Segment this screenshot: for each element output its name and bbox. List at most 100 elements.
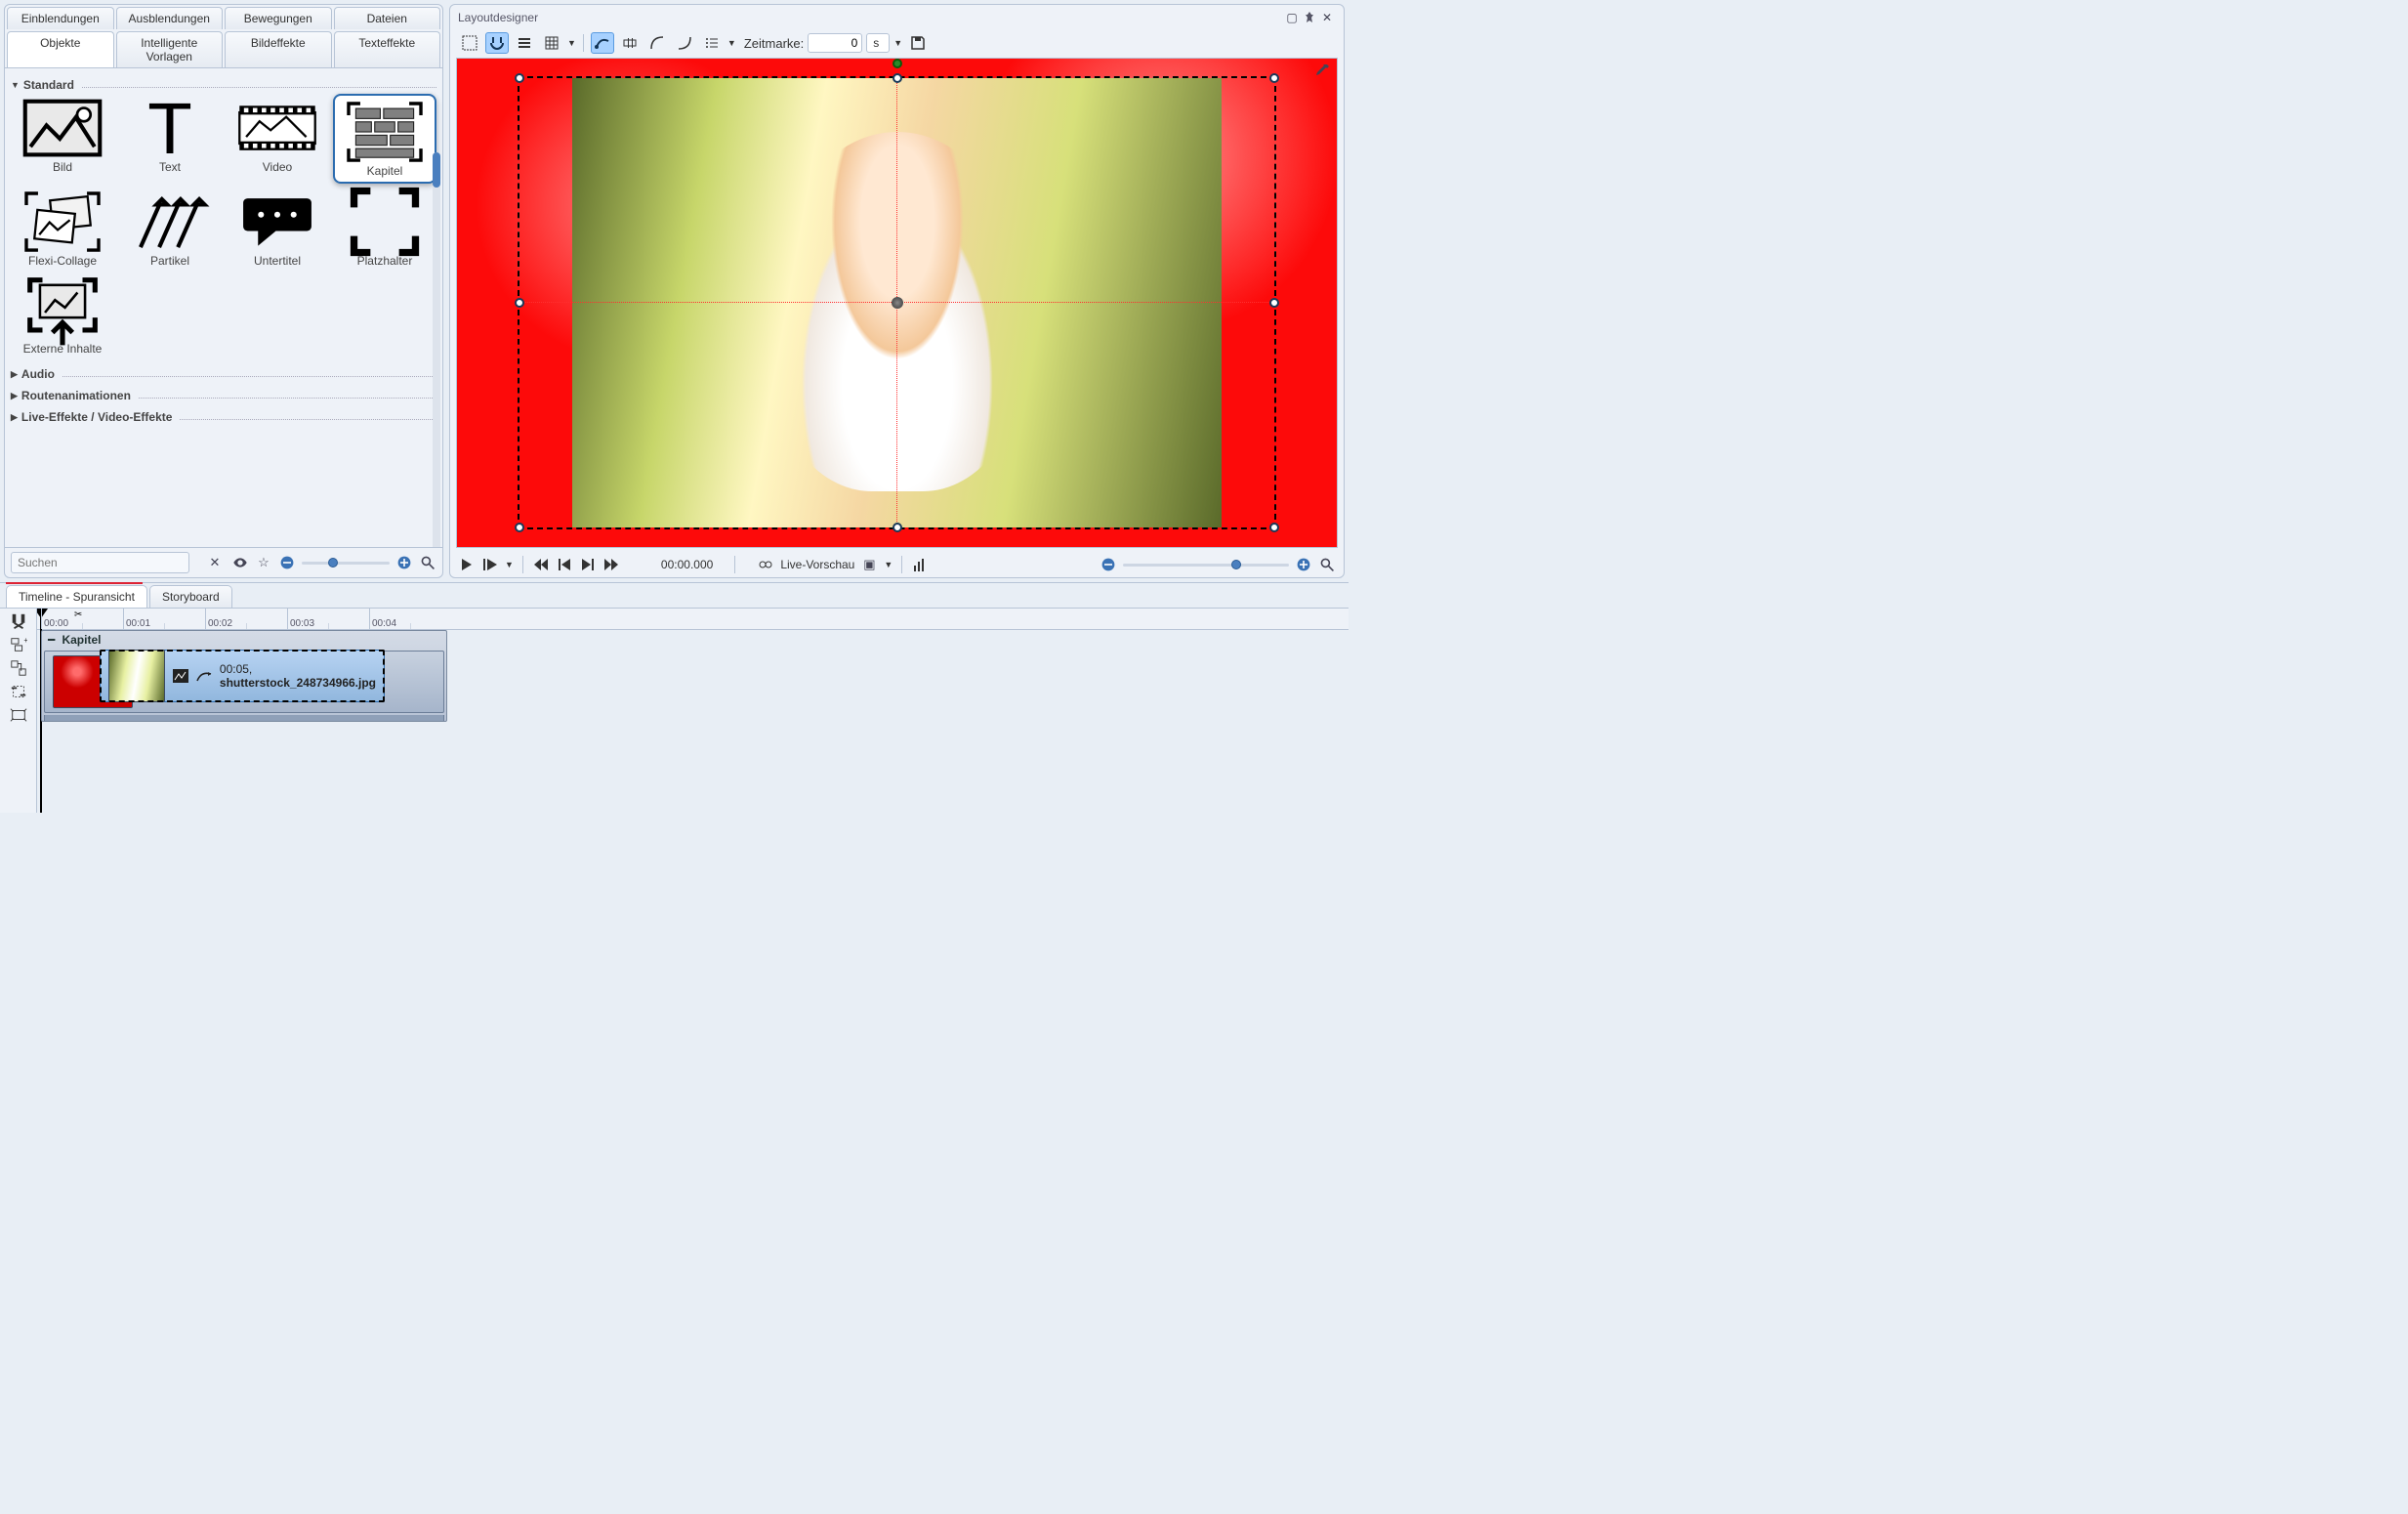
playback-time: 00:00.000 (661, 558, 713, 571)
section-live-effekte[interactable]: ▶Live-Effekte / Video-Effekte (11, 410, 436, 424)
zoom-in-canvas-icon[interactable] (1295, 556, 1312, 573)
unit-dropdown-icon[interactable]: ▼ (893, 38, 902, 48)
grid-dropdown-icon[interactable]: ▼ (567, 38, 576, 48)
timemark-unit[interactable]: s (866, 33, 890, 53)
particle-icon (130, 191, 210, 252)
search-icon[interactable] (419, 554, 436, 571)
tool-untertitel[interactable]: Untertitel (226, 188, 329, 272)
close-icon[interactable]: ✕ (1318, 9, 1336, 26)
next-frame-icon[interactable] (579, 556, 597, 573)
handle-tl[interactable] (515, 73, 524, 83)
list-tool-icon[interactable] (700, 32, 724, 54)
keyframe-tool-icon[interactable] (618, 32, 642, 54)
fit-timeline-icon[interactable] (10, 706, 27, 724)
play-from-icon[interactable] (481, 556, 499, 573)
clear-search-icon[interactable]: ✕ (206, 554, 224, 571)
handle-ml[interactable] (515, 298, 524, 308)
section-routenanimationen[interactable]: ▶Routenanimationen (11, 389, 436, 402)
tab-storyboard[interactable]: Storyboard (149, 585, 232, 608)
pivot-handle[interactable] (892, 297, 903, 309)
pin-icon[interactable] (1301, 9, 1318, 26)
canvas[interactable] (456, 58, 1338, 548)
tool-text[interactable]: T Text (118, 94, 222, 184)
skip-end-icon[interactable] (602, 556, 620, 573)
fit-zoom-icon[interactable] (1318, 556, 1336, 573)
zoom-out-canvas-icon[interactable] (1100, 556, 1117, 573)
tool-externe-inhalte[interactable]: Externe Inhalte (11, 275, 114, 359)
toolbox-scrollbar[interactable] (433, 152, 440, 547)
save-icon[interactable] (906, 32, 930, 54)
tool-kapitel[interactable]: Kapitel (333, 94, 436, 184)
selection-frame[interactable] (518, 76, 1276, 529)
tool-label: Flexi-Collage (28, 254, 97, 268)
settings-levels-icon[interactable] (911, 556, 929, 573)
tab-objekte[interactable]: Objekte (7, 31, 114, 67)
prev-frame-icon[interactable] (556, 556, 573, 573)
ruler-tick: 00:03 (290, 618, 314, 629)
path-tool-icon[interactable] (591, 32, 614, 54)
list-dropdown-icon[interactable]: ▼ (727, 38, 736, 48)
clip-2[interactable]: 00:05, shutterstock_248734966.jpg (100, 650, 385, 702)
section-audio[interactable]: ▶Audio (11, 367, 436, 381)
group-tracks-icon[interactable] (10, 659, 27, 677)
tool-partikel[interactable]: Partikel (118, 188, 222, 272)
tool-flexi-collage[interactable]: Flexi-Collage (11, 188, 114, 272)
zoom-in-icon[interactable] (395, 554, 413, 571)
eye-icon[interactable] (231, 554, 249, 571)
star-icon[interactable]: ☆ (255, 554, 272, 571)
curve-out-icon[interactable] (673, 32, 696, 54)
preview-dropdown-icon[interactable]: ▼ (884, 560, 893, 569)
tab-ausblendungen[interactable]: Ausblendungen (116, 7, 224, 29)
play-icon[interactable] (458, 556, 476, 573)
handle-bl[interactable] (515, 523, 524, 532)
rotate-handle[interactable] (893, 59, 902, 68)
scissors-icon[interactable]: ✂ (74, 610, 82, 620)
timeline-ruler[interactable]: ✂ 00:00 00:01 00:02 00:03 00:04 (37, 609, 1349, 630)
align-tool-icon[interactable] (513, 32, 536, 54)
toolbox-zoom-slider[interactable] (302, 556, 390, 569)
add-track-icon[interactable]: + (10, 636, 27, 653)
skip-start-icon[interactable] (532, 556, 550, 573)
tab-timeline[interactable]: Timeline - Spuransicht (6, 585, 147, 608)
handle-tm[interactable] (893, 73, 902, 83)
search-input[interactable] (11, 552, 189, 573)
handle-br[interactable] (1269, 523, 1279, 532)
eyedropper-icon[interactable] (1313, 63, 1331, 80)
ruler-tick: 00:00 (44, 618, 68, 629)
clip-filename: shutterstock_248734966.jpg (220, 676, 376, 690)
select-tool-icon[interactable] (458, 32, 481, 54)
tool-bild[interactable]: Bild (11, 94, 114, 184)
grid-tool-icon[interactable] (540, 32, 563, 54)
maximize-icon[interactable]: ▢ (1283, 9, 1301, 26)
ruler-tick: 00:04 (372, 618, 396, 629)
zoom-out-icon[interactable] (278, 554, 296, 571)
snap-tool-icon[interactable] (485, 32, 509, 54)
live-preview-label[interactable]: Live-Vorschau (780, 558, 854, 571)
tool-video[interactable]: Video (226, 94, 329, 184)
handle-tr[interactable] (1269, 73, 1279, 83)
handle-bm[interactable] (893, 523, 902, 532)
tab-bewegungen[interactable]: Bewegungen (225, 7, 332, 29)
curve-in-icon[interactable] (645, 32, 669, 54)
tab-einblendungen[interactable]: Einblendungen (7, 7, 114, 29)
tool-label: Kapitel (367, 164, 403, 178)
tab-intelligente-vorlagen[interactable]: Intelligente Vorlagen (116, 31, 224, 67)
timemark-label: Zeitmarke: (744, 36, 804, 51)
play-dropdown-icon[interactable]: ▼ (505, 560, 514, 569)
preview-settings-icon[interactable]: ▣ (860, 556, 878, 573)
handle-mr[interactable] (1269, 298, 1279, 308)
motion-icon (196, 667, 212, 685)
timemark-input[interactable] (808, 33, 862, 53)
section-standard[interactable]: ▼Standard (11, 78, 436, 92)
tab-dateien[interactable]: Dateien (334, 7, 441, 29)
crop-timeline-icon[interactable] (10, 683, 27, 700)
tab-texteffekte[interactable]: Texteffekte (334, 31, 441, 67)
tool-label: Video (263, 160, 292, 174)
section-label: Audio (21, 367, 55, 381)
chapter-block[interactable]: ━ Kapitel 00:05, pexels-pixabay-46174.jp… (41, 630, 447, 722)
canvas-zoom-slider[interactable] (1123, 558, 1289, 571)
tab-bildeffekte[interactable]: Bildeffekte (225, 31, 332, 67)
cut-tool-icon[interactable] (10, 612, 27, 630)
section-label: Live-Effekte / Video-Effekte (21, 410, 173, 424)
tool-platzhalter[interactable]: Platzhalter (333, 188, 436, 272)
